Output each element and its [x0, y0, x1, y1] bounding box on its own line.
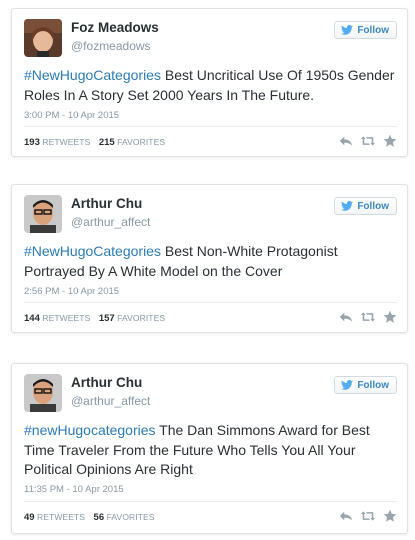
author-names: Arthur Chu @arthur_affect: [71, 195, 150, 230]
divider: [24, 126, 397, 127]
retweets-label[interactable]: RETWEETS: [42, 137, 90, 147]
favorites-label[interactable]: FAVORITES: [107, 512, 155, 522]
author-name[interactable]: Foz Meadows: [71, 19, 159, 37]
hashtag-link[interactable]: #NewHugoCategories: [24, 67, 161, 83]
follow-button[interactable]: Follow: [334, 197, 397, 215]
favorites-label[interactable]: FAVORITES: [117, 137, 165, 147]
tweet-text: #NewHugoCategories Best Uncritical Use O…: [24, 66, 397, 105]
reply-icon[interactable]: [339, 310, 353, 324]
tweet-header: Arthur Chu @arthur_affect Follow: [24, 374, 397, 414]
retweet-icon[interactable]: [361, 509, 375, 523]
avatar[interactable]: [24, 374, 62, 412]
retweets-count[interactable]: 193: [24, 137, 40, 148]
retweets-label[interactable]: RETWEETS: [42, 313, 90, 323]
favorites-count[interactable]: 56: [94, 512, 105, 523]
star-icon[interactable]: [383, 310, 397, 324]
author-names: Foz Meadows @fozmeadows: [71, 19, 159, 54]
avatar[interactable]: [24, 19, 62, 57]
tweet-text: #NewHugoCategories Best Non-White Protag…: [24, 242, 397, 281]
tweet-card: Foz Meadows @fozmeadows Follow #NewHugoC…: [11, 8, 408, 157]
tweet-header: Arthur Chu @arthur_affect Follow: [24, 195, 397, 235]
reply-icon[interactable]: [339, 134, 353, 148]
tweet-stats: 49 RETWEETS 56 FAVORITES: [24, 512, 155, 523]
tweet-timestamp[interactable]: 11:35 PM - 10 Apr 2015: [24, 484, 124, 495]
favorites-label[interactable]: FAVORITES: [117, 313, 165, 323]
tweet-card: Arthur Chu @arthur_affect Follow #newHug…: [11, 363, 408, 534]
tweet-header: Foz Meadows @fozmeadows Follow: [24, 19, 397, 59]
follow-label: Follow: [357, 200, 389, 212]
tweet-timestamp[interactable]: 2:56 PM - 10 Apr 2015: [24, 286, 119, 297]
favorites-count[interactable]: 157: [99, 313, 115, 324]
hashtag-link[interactable]: #NewHugoCategories: [24, 243, 161, 259]
tweet-timestamp[interactable]: 3:00 PM - 10 Apr 2015: [24, 110, 119, 121]
twitter-bird-icon: [341, 201, 354, 211]
author-name[interactable]: Arthur Chu: [71, 195, 150, 213]
retweet-icon[interactable]: [361, 134, 375, 148]
author-names: Arthur Chu @arthur_affect: [71, 374, 150, 409]
retweets-count[interactable]: 49: [24, 512, 35, 523]
author-handle[interactable]: @fozmeadows: [71, 38, 159, 54]
retweet-icon[interactable]: [361, 310, 375, 324]
retweets-count[interactable]: 144: [24, 313, 40, 324]
avatar[interactable]: [24, 195, 62, 233]
follow-button[interactable]: Follow: [334, 21, 397, 39]
twitter-bird-icon: [341, 25, 354, 35]
tweet-actions: [339, 134, 397, 148]
tweet-actions: [339, 509, 397, 523]
tweet-actions: [339, 310, 397, 324]
author-name[interactable]: Arthur Chu: [71, 374, 150, 392]
follow-label: Follow: [357, 24, 389, 36]
author-handle[interactable]: @arthur_affect: [71, 214, 150, 230]
tweet-stats: 144 RETWEETS 157 FAVORITES: [24, 313, 165, 324]
divider: [24, 501, 397, 502]
reply-icon[interactable]: [339, 509, 353, 523]
star-icon[interactable]: [383, 134, 397, 148]
favorites-count[interactable]: 215: [99, 137, 115, 148]
retweets-label[interactable]: RETWEETS: [37, 512, 85, 522]
tweet-card: Arthur Chu @arthur_affect Follow #NewHug…: [11, 184, 408, 333]
twitter-bird-icon: [341, 380, 354, 390]
tweet-stats: 193 RETWEETS 215 FAVORITES: [24, 137, 165, 148]
follow-label: Follow: [357, 379, 389, 391]
tweet-text: #newHugocategories The Dan Simmons Award…: [24, 421, 397, 480]
hashtag-link[interactable]: #newHugocategories: [24, 422, 156, 438]
divider: [24, 302, 397, 303]
author-handle[interactable]: @arthur_affect: [71, 393, 150, 409]
star-icon[interactable]: [383, 509, 397, 523]
follow-button[interactable]: Follow: [334, 376, 397, 394]
